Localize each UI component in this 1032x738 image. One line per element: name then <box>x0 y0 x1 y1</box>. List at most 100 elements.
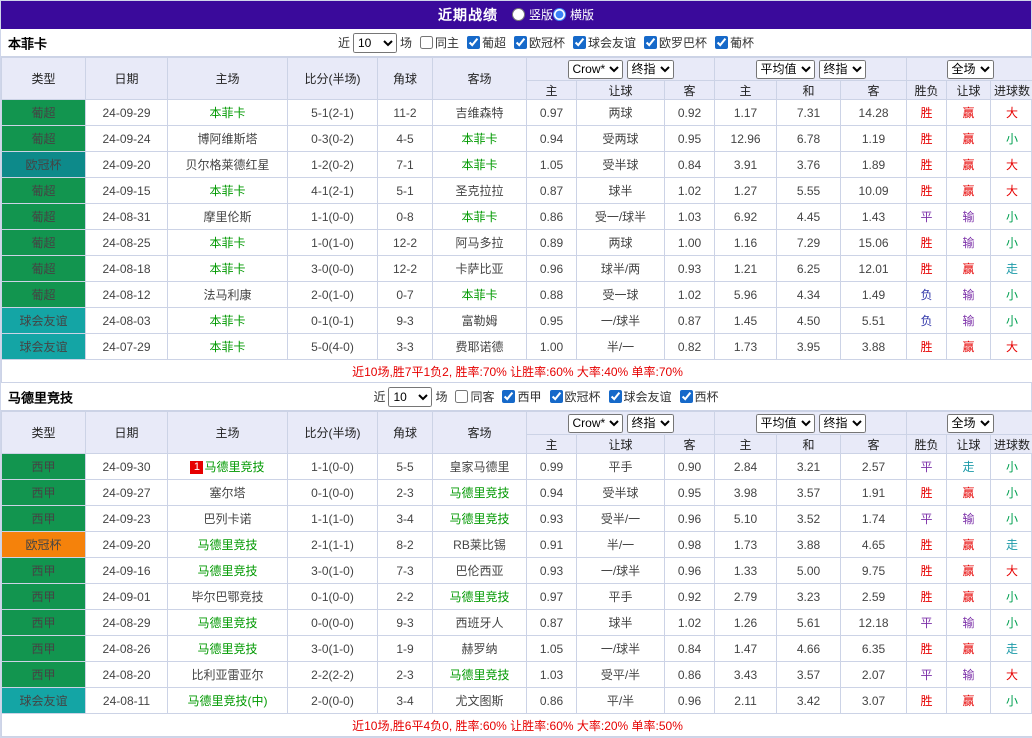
home-team[interactable]: 法马利康 <box>168 282 288 308</box>
league-filter[interactable]: 欧冠杯 <box>514 34 565 51</box>
away-team[interactable]: 马德里竞技 <box>433 584 527 610</box>
home-team[interactable]: 本菲卡 <box>168 100 288 126</box>
score: 3-0(1-0) <box>288 636 378 662</box>
header-select[interactable]: 全场 <box>947 414 994 433</box>
same-venue-filter-checkbox[interactable] <box>455 390 468 403</box>
odds-away: 1.00 <box>665 230 715 256</box>
away-team[interactable]: 马德里竞技 <box>433 480 527 506</box>
odds-away: 0.93 <box>665 256 715 282</box>
score: 5-1(2-1) <box>288 100 378 126</box>
odds-home: 0.86 <box>527 688 577 714</box>
result-handicap: 赢 <box>947 584 991 610</box>
away-team[interactable]: 巴伦西亚 <box>433 558 527 584</box>
home-team[interactable]: 本菲卡 <box>168 178 288 204</box>
recent-count-select[interactable]: 10 <box>388 387 432 407</box>
away-team[interactable]: 富勒姆 <box>433 308 527 334</box>
avg-draw-odds: 4.34 <box>777 282 841 308</box>
score: 3-0(1-0) <box>288 558 378 584</box>
avg-home-odds: 2.84 <box>715 454 777 480</box>
home-team[interactable]: 本菲卡 <box>168 308 288 334</box>
handicap-line: 半/一 <box>577 532 665 558</box>
away-team[interactable]: 本菲卡 <box>433 126 527 152</box>
odds-away: 0.96 <box>665 688 715 714</box>
header-select[interactable]: 终指 <box>627 60 674 79</box>
league-filter-checkbox[interactable] <box>573 36 586 49</box>
odds-away: 0.84 <box>665 152 715 178</box>
recent-count-select[interactable]: 10 <box>353 33 397 53</box>
away-team[interactable]: 本菲卡 <box>433 282 527 308</box>
away-team[interactable]: RB莱比锡 <box>433 532 527 558</box>
same-venue-filter-checkbox[interactable] <box>420 36 433 49</box>
away-team[interactable]: 吉维森特 <box>433 100 527 126</box>
league-filter-checkbox[interactable] <box>609 390 622 403</box>
away-team[interactable]: 本菲卡 <box>433 204 527 230</box>
home-team[interactable]: 1马德里竞技 <box>168 454 288 480</box>
home-team[interactable]: 马德里竞技 <box>168 558 288 584</box>
league-filter[interactable]: 葡杯 <box>715 34 754 51</box>
header-select[interactable]: 终指 <box>627 414 674 433</box>
header-select[interactable]: 全场 <box>947 60 994 79</box>
header-select[interactable]: 平均值 <box>756 414 815 433</box>
same-venue-filter[interactable]: 同主 <box>420 34 459 51</box>
home-team[interactable]: 摩里伦斯 <box>168 204 288 230</box>
header-select[interactable]: 终指 <box>819 414 866 433</box>
away-team[interactable]: 卡萨比亚 <box>433 256 527 282</box>
header-select[interactable]: 平均值 <box>756 60 815 79</box>
column-header: 和 <box>777 435 841 454</box>
header-select[interactable]: Crow* <box>568 414 623 433</box>
home-team[interactable]: 毕尔巴鄂竞技 <box>168 584 288 610</box>
odds-home: 1.03 <box>527 662 577 688</box>
layout-radio[interactable]: 横版 <box>553 6 594 23</box>
layout-radio-input[interactable] <box>512 8 525 21</box>
handicap-line: 球半/两 <box>577 256 665 282</box>
away-team[interactable]: 圣克拉拉 <box>433 178 527 204</box>
filter-bar: 近10场同主葡超欧冠杯球会友谊欧罗巴杯葡杯 <box>338 33 754 53</box>
away-team[interactable]: 费耶诺德 <box>433 334 527 360</box>
header-row-selects: 类型日期主场比分(半场)角球客场Crow*终指平均值终指全场 <box>2 58 1032 81</box>
home-team[interactable]: 比利亚雷亚尔 <box>168 662 288 688</box>
home-team[interactable]: 马德里竞技(中) <box>168 688 288 714</box>
score: 1-1(0-0) <box>288 204 378 230</box>
avg-home-odds: 3.91 <box>715 152 777 178</box>
layout-radio[interactable]: 竖版 <box>512 6 553 23</box>
header-select[interactable]: Crow* <box>568 60 623 79</box>
away-team[interactable]: 尤文图斯 <box>433 688 527 714</box>
home-team[interactable]: 博阿维斯塔 <box>168 126 288 152</box>
home-team[interactable]: 马德里竞技 <box>168 532 288 558</box>
home-team[interactable]: 本菲卡 <box>168 256 288 282</box>
layout-radio-input[interactable] <box>553 8 566 21</box>
league-filter-checkbox[interactable] <box>550 390 563 403</box>
home-team[interactable]: 本菲卡 <box>168 230 288 256</box>
away-team[interactable]: 西班牙人 <box>433 610 527 636</box>
league-filter[interactable]: 西杯 <box>680 388 719 405</box>
league-filter[interactable]: 欧罗巴杯 <box>644 34 707 51</box>
match-date: 24-09-15 <box>86 178 168 204</box>
league-filter[interactable]: 球会友谊 <box>609 388 672 405</box>
league-filter-checkbox[interactable] <box>644 36 657 49</box>
away-team[interactable]: 阿马多拉 <box>433 230 527 256</box>
away-team[interactable]: 赫罗纳 <box>433 636 527 662</box>
home-team[interactable]: 本菲卡 <box>168 334 288 360</box>
league-filter-checkbox[interactable] <box>715 36 728 49</box>
league-filter[interactable]: 葡超 <box>467 34 506 51</box>
league-filter[interactable]: 球会友谊 <box>573 34 636 51</box>
away-team[interactable]: 马德里竞技 <box>433 506 527 532</box>
away-team[interactable]: 皇家马德里 <box>433 454 527 480</box>
league-filter[interactable]: 西甲 <box>502 388 541 405</box>
match-row: 西甲24-08-26马德里竞技3-0(1-0)1-9赫罗纳1.05一/球半0.8… <box>2 636 1032 662</box>
away-team[interactable]: 本菲卡 <box>433 152 527 178</box>
league-filter-checkbox[interactable] <box>467 36 480 49</box>
away-team[interactable]: 马德里竞技 <box>433 662 527 688</box>
header-select[interactable]: 终指 <box>819 60 866 79</box>
home-team[interactable]: 巴列卡诺 <box>168 506 288 532</box>
section-team-name: 马德里竞技 <box>8 387 73 406</box>
home-team[interactable]: 马德里竞技 <box>168 636 288 662</box>
league-filter-checkbox[interactable] <box>502 390 515 403</box>
home-team[interactable]: 贝尔格莱德红星 <box>168 152 288 178</box>
league-filter-checkbox[interactable] <box>680 390 693 403</box>
same-venue-filter[interactable]: 同客 <box>455 388 494 405</box>
league-filter-checkbox[interactable] <box>514 36 527 49</box>
home-team[interactable]: 马德里竞技 <box>168 610 288 636</box>
league-filter[interactable]: 欧冠杯 <box>550 388 601 405</box>
home-team[interactable]: 塞尔塔 <box>168 480 288 506</box>
